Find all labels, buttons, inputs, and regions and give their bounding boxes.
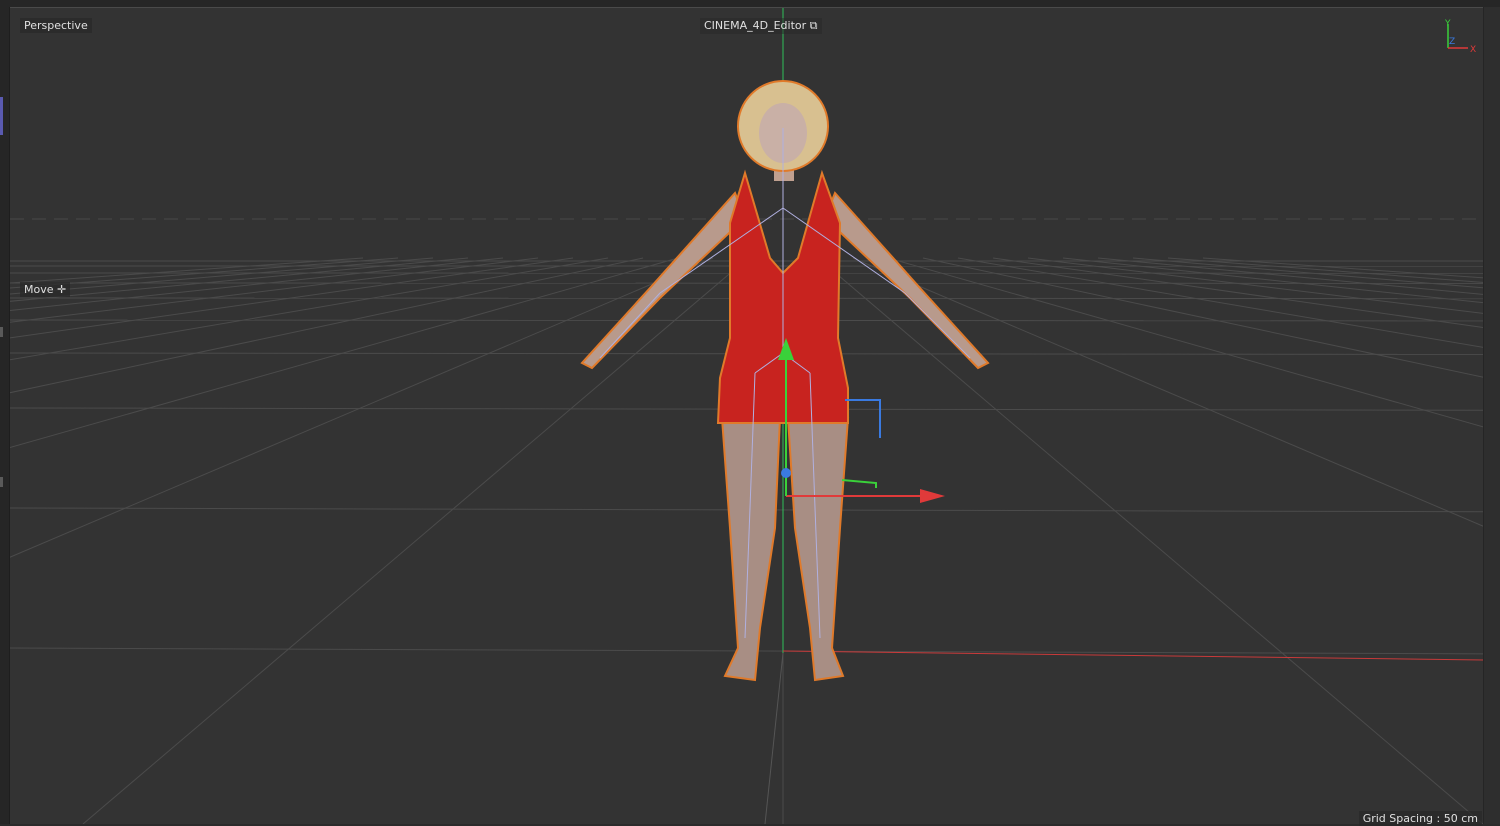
grid-line: [10, 258, 573, 824]
left-toolbar: [0, 7, 10, 824]
grid-line: [818, 258, 1483, 824]
grid-line: [1203, 258, 1484, 824]
gizmo-xy-plane: [842, 480, 876, 488]
tool-label-text: Move: [24, 283, 54, 296]
viewport-title[interactable]: CINEMA_4D_Editor ⧉: [700, 18, 822, 34]
axis-orientation-widget: Y Z X: [1440, 18, 1480, 58]
gizmo-zy-plane: [845, 400, 880, 438]
active-tool-marker[interactable]: [0, 97, 3, 135]
camera-label[interactable]: Perspective: [20, 18, 92, 33]
world-z-axis: [765, 653, 783, 824]
3d-viewport[interactable]: Perspective CINEMA_4D_Editor ⧉ Move ✛ Gr…: [10, 8, 1484, 824]
grid-line: [10, 258, 608, 824]
move-icon: ✛: [57, 283, 66, 296]
grid-line: [10, 258, 363, 824]
right-scrollbar[interactable]: [1483, 7, 1500, 824]
grid-line: [993, 258, 1484, 824]
gizmo-z-handle: [781, 468, 791, 478]
left-leg: [722, 418, 780, 680]
grid-line: [10, 258, 433, 824]
grid-line: [1168, 258, 1484, 824]
axis-y-label: Y: [1444, 19, 1451, 29]
grid-line: [1028, 258, 1484, 824]
grid-line: [923, 258, 1484, 824]
grid-line: [10, 258, 643, 824]
grid-line: [1098, 258, 1484, 824]
axis-z-label: Z: [1449, 37, 1455, 47]
gizmo-x-arrow: [920, 489, 945, 503]
grid-line: [1063, 258, 1484, 824]
toolbar-marker[interactable]: [0, 327, 3, 337]
grid-line: [10, 258, 398, 824]
camera-link-icon[interactable]: ⧉: [810, 19, 818, 32]
axis-x-label: X: [1470, 45, 1476, 55]
toolbar-marker[interactable]: [0, 477, 3, 487]
grid-line: [888, 258, 1484, 824]
viewport-title-text: CINEMA_4D_Editor: [704, 19, 806, 32]
right-leg: [788, 418, 848, 680]
top-toolbar-strip: [0, 0, 1500, 8]
active-tool-label: Move ✛: [20, 282, 70, 297]
grid-line: [10, 258, 503, 824]
scene-canvas[interactable]: [10, 8, 1484, 824]
grid-line: [958, 258, 1484, 824]
grid-line: [10, 258, 468, 824]
grid-line: [853, 258, 1484, 824]
grid-line: [83, 258, 748, 824]
grid-line: [10, 258, 538, 824]
